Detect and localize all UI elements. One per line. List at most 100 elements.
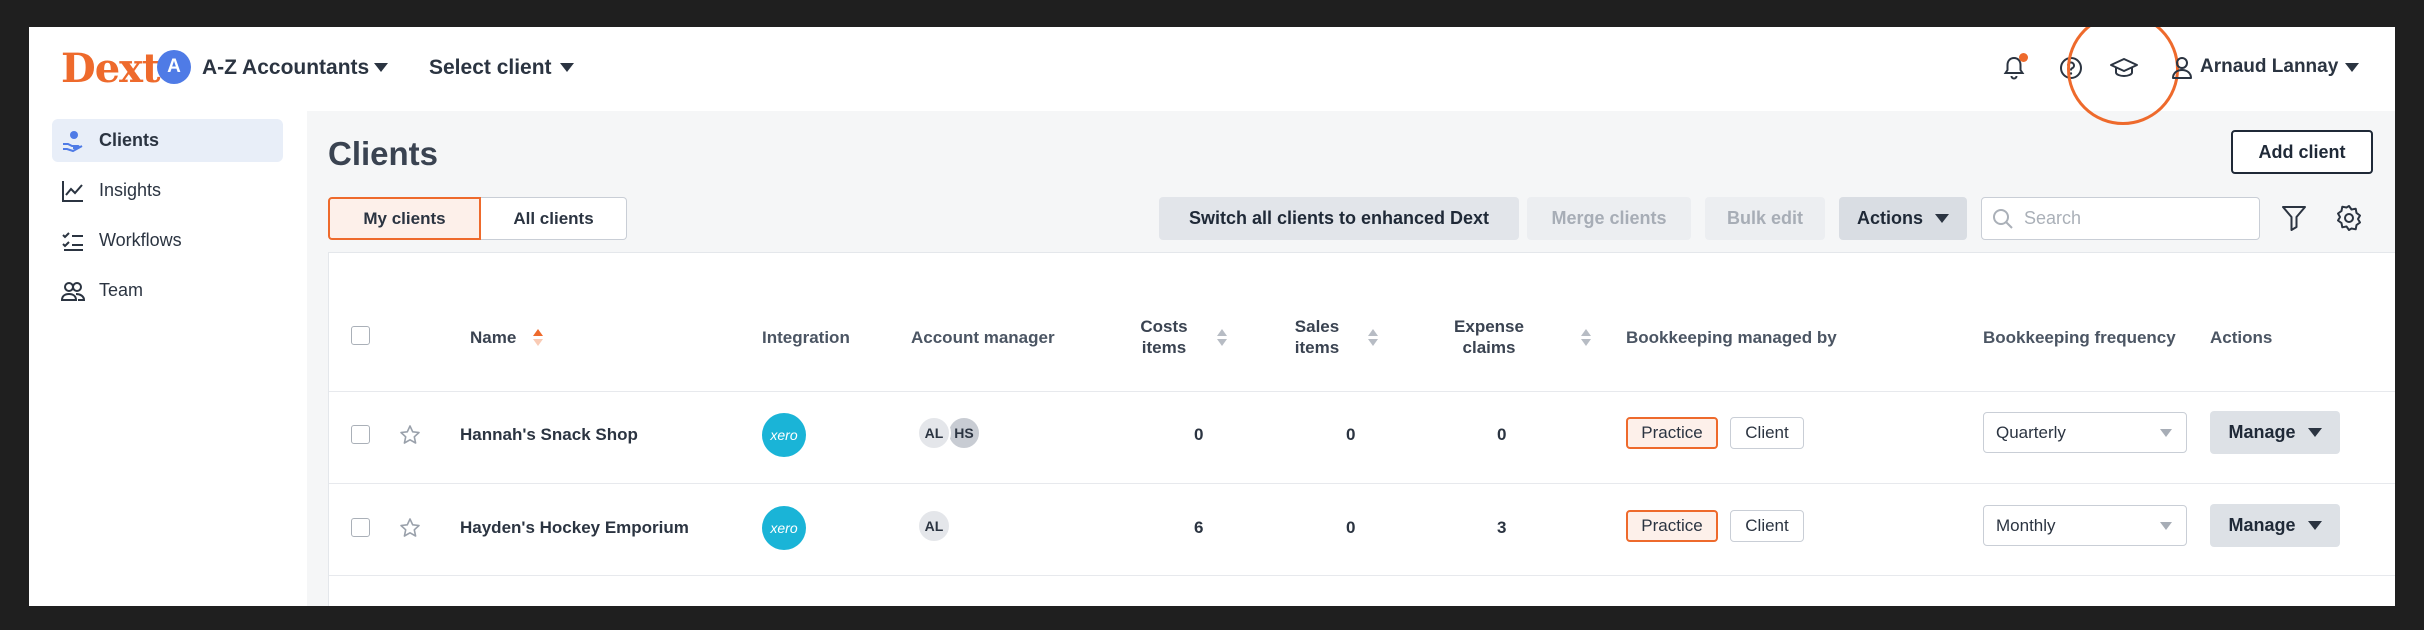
- frequency-select[interactable]: Quarterly: [1983, 412, 2187, 453]
- tab-my-clients[interactable]: My clients: [328, 197, 481, 240]
- clients-icon: [61, 129, 85, 153]
- bell-icon[interactable]: [1999, 53, 2029, 83]
- sales-count: 0: [1346, 425, 1356, 444]
- divider: [329, 391, 2395, 392]
- header-line: Expense: [1454, 317, 1524, 336]
- sidebar-item-workflows[interactable]: Workflows: [52, 219, 283, 262]
- column-header-account-manager: Account manager: [911, 328, 1055, 347]
- frequency-value: Monthly: [1996, 515, 2056, 535]
- user-menu-name[interactable]: Arnaud Lannay: [2200, 56, 2338, 78]
- app-window: Dext A A-Z Accountants Select client Arn…: [29, 27, 2395, 606]
- search-icon: [1993, 208, 2013, 229]
- chevron-down-icon[interactable]: [374, 63, 388, 72]
- star-icon[interactable]: [399, 517, 421, 539]
- column-header-frequency: Bookkeeping frequency: [1983, 328, 2176, 347]
- search-box[interactable]: [1981, 197, 2260, 240]
- column-header-expense[interactable]: Expense claims: [1449, 316, 1529, 358]
- bulk-edit-button[interactable]: Bulk edit: [1705, 197, 1825, 240]
- frequency-select[interactable]: Monthly: [1983, 505, 2187, 546]
- managed-by-practice-option[interactable]: Practice: [1626, 510, 1718, 542]
- top-bar: Dext A A-Z Accountants Select client Arn…: [29, 27, 2395, 125]
- client-selector[interactable]: Select client: [429, 56, 552, 80]
- header-line: Sales: [1294, 317, 1340, 336]
- tab-all-clients[interactable]: All clients: [481, 197, 627, 240]
- client-name[interactable]: Hayden's Hockey Emporium: [460, 518, 689, 538]
- chevron-down-icon: [2160, 429, 2172, 437]
- row-checkbox[interactable]: [351, 518, 370, 537]
- row-checkbox[interactable]: [351, 425, 370, 444]
- dext-logo[interactable]: Dext: [61, 45, 160, 92]
- graduation-cap-icon[interactable]: [2109, 53, 2139, 83]
- managed-by-client-option[interactable]: Client: [1730, 417, 1804, 449]
- page-title: Clients: [328, 135, 439, 172]
- switch-enhanced-dext-button[interactable]: Switch all clients to enhanced Dext: [1159, 197, 1519, 240]
- sort-icon[interactable]: [1581, 329, 1591, 347]
- sort-icon[interactable]: [1368, 329, 1378, 347]
- divider: [329, 575, 2395, 576]
- column-header-costs[interactable]: Costs items: [1129, 316, 1199, 358]
- avatar: AL: [917, 509, 951, 543]
- chevron-down-icon: [2307, 428, 2322, 437]
- select-all-checkbox[interactable]: [351, 326, 370, 345]
- manage-button[interactable]: Manage: [2210, 504, 2340, 547]
- chevron-down-icon[interactable]: [560, 63, 574, 72]
- sort-icon[interactable]: [533, 329, 543, 347]
- chevron-down-icon: [2160, 522, 2172, 530]
- header-line: items: [1294, 338, 1340, 357]
- expense-count: 0: [1497, 425, 1507, 444]
- chevron-down-icon: [1935, 214, 1949, 223]
- managed-by-client-option[interactable]: Client: [1730, 510, 1804, 542]
- column-header-sales[interactable]: Sales items: [1282, 316, 1352, 358]
- divider: [329, 483, 2395, 484]
- actions-dropdown-button[interactable]: Actions: [1839, 197, 1967, 240]
- sidebar-item-insights[interactable]: Insights: [52, 169, 283, 212]
- column-header-name[interactable]: Name: [470, 327, 516, 348]
- costs-count: 6: [1194, 518, 1204, 537]
- costs-count: 0: [1194, 425, 1204, 444]
- sidebar-item-clients[interactable]: Clients: [52, 119, 283, 162]
- chart-line-icon: [61, 179, 85, 203]
- expense-count: 3: [1497, 518, 1507, 537]
- header-line: claims: [1462, 338, 1516, 357]
- column-header-actions: Actions: [2210, 328, 2273, 347]
- org-avatar[interactable]: A: [157, 50, 191, 84]
- xero-integration-icon: xero: [762, 413, 806, 457]
- managed-by-practice-option[interactable]: Practice: [1626, 417, 1718, 449]
- search-input[interactable]: [2024, 208, 2244, 229]
- sidebar: Clients Insights Workflows Team: [29, 111, 307, 606]
- sort-icon[interactable]: [1217, 329, 1227, 347]
- manage-button[interactable]: Manage: [2210, 411, 2340, 454]
- sidebar-item-label: Workflows: [99, 230, 182, 250]
- team-icon: [61, 279, 85, 303]
- merge-clients-button[interactable]: Merge clients: [1527, 197, 1691, 240]
- column-header-integration: Integration: [762, 328, 850, 347]
- sales-count: 0: [1346, 518, 1356, 537]
- chevron-down-icon[interactable]: [2345, 63, 2359, 72]
- avatar: HS: [947, 416, 981, 450]
- manage-label: Manage: [2228, 515, 2296, 535]
- column-header-managed-by: Bookkeeping managed by: [1626, 328, 1837, 347]
- star-icon[interactable]: [399, 424, 421, 446]
- sidebar-item-label: Clients: [99, 130, 160, 150]
- gear-icon[interactable]: [2335, 204, 2363, 237]
- org-switcher-label[interactable]: A-Z Accountants: [202, 56, 369, 80]
- actions-label: Actions: [1856, 208, 1923, 228]
- notification-dot: [2019, 53, 2028, 62]
- sidebar-item-label: Insights: [99, 180, 162, 200]
- avatar: AL: [917, 416, 951, 450]
- header-line: items: [1141, 338, 1187, 357]
- header-line: Costs: [1140, 317, 1188, 336]
- xero-integration-icon: xero: [762, 506, 806, 550]
- user-icon[interactable]: [2167, 53, 2197, 83]
- manage-label: Manage: [2228, 422, 2296, 442]
- checklist-icon: [61, 229, 85, 253]
- add-client-button[interactable]: Add client: [2231, 130, 2373, 174]
- filter-icon[interactable]: [2281, 204, 2307, 237]
- sidebar-item-team[interactable]: Team: [52, 269, 283, 312]
- chevron-down-icon: [2307, 521, 2322, 530]
- clients-table: Name Integration Account manager Costs i…: [328, 252, 2395, 606]
- frequency-value: Quarterly: [1996, 422, 2066, 442]
- help-icon[interactable]: [2056, 53, 2086, 83]
- client-name[interactable]: Hannah's Snack Shop: [460, 425, 638, 445]
- sidebar-item-label: Team: [99, 280, 144, 300]
